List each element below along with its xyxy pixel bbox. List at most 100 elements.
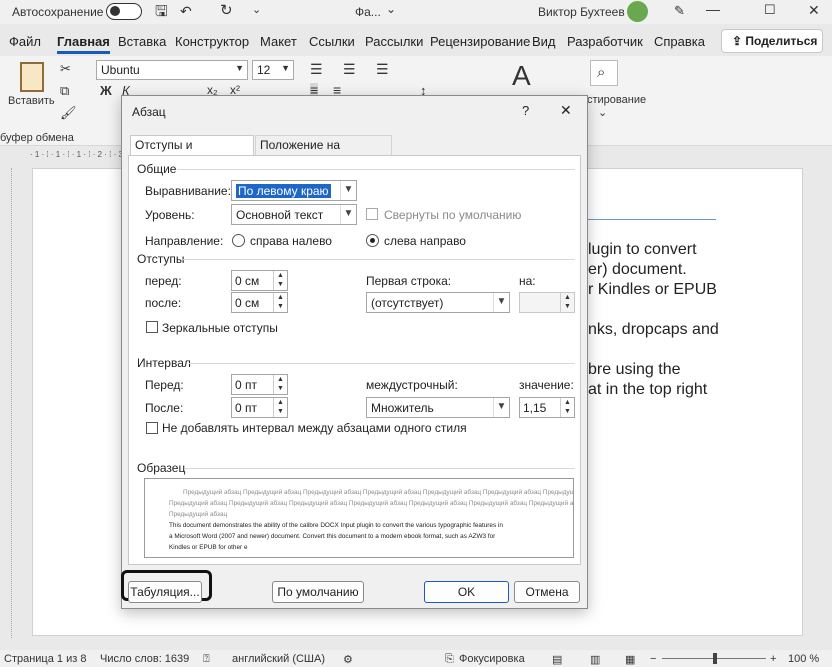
font-name-combo[interactable]: Ubuntu ▼: [96, 60, 248, 80]
indent-by-input[interactable]: ▲ ▼: [519, 292, 575, 313]
quick-access-dropdown-icon[interactable]: ⌄: [252, 5, 261, 16]
level-value: Основной текст: [236, 208, 324, 222]
multilevel-icon[interactable]: ☰: [376, 62, 389, 76]
maximize-icon[interactable]: ☐: [764, 3, 776, 16]
focus-icon[interactable]: ⎘: [445, 653, 454, 666]
doc-line: er) document.: [588, 261, 687, 278]
spacing-before-input[interactable]: 0 пт ▲ ▼: [231, 374, 288, 395]
help-button[interactable]: ?: [522, 103, 529, 118]
rtl-radio[interactable]: [232, 234, 245, 247]
set-default-button[interactable]: По умолчанию: [272, 581, 364, 603]
accessibility-icon[interactable]: ⚙: [343, 653, 353, 666]
spinner-arrows-icon[interactable]: ▲ ▼: [273, 375, 287, 394]
editing-label[interactable]: стирование: [587, 94, 646, 106]
share-icon: ⇪: [732, 34, 746, 48]
search-icon[interactable]: ⌕: [590, 60, 618, 86]
copy-icon[interactable]: ⧉: [60, 84, 69, 97]
ribbon-tabs: Файл Главная Вставка Конструктор Макет С…: [0, 30, 832, 54]
spacing-before-value: 0 пт: [235, 378, 258, 392]
tab-mailings[interactable]: Рассылки: [365, 34, 423, 49]
tab-insert[interactable]: Вставка: [118, 34, 166, 49]
save-icon[interactable]: 🖫: [155, 4, 168, 19]
tab-developer[interactable]: Разработчик: [567, 34, 643, 49]
pen-icon[interactable]: ✎: [674, 4, 685, 17]
tab-references[interactable]: Ссылки: [309, 34, 355, 49]
indent-before-value: 0 см: [235, 274, 260, 288]
first-line-value: (отсутствует): [371, 296, 444, 310]
format-painter-icon[interactable]: 🖌: [60, 106, 77, 119]
cancel-button[interactable]: Отмена: [514, 581, 580, 603]
level-label: Уровень:: [145, 208, 195, 222]
tab-layout[interactable]: Макет: [260, 34, 297, 49]
spinner-arrows-icon[interactable]: ▲ ▼: [560, 293, 574, 312]
tab-line-page-breaks[interactable]: Положение на странице: [255, 135, 392, 166]
tab-indents-spacing[interactable]: Отступы и интервалы: [130, 135, 254, 166]
indent-before-input[interactable]: 0 см ▲ ▼: [231, 270, 288, 291]
ok-button[interactable]: OK: [424, 581, 509, 603]
styles-icon[interactable]: A: [512, 62, 531, 90]
zoom-slider-thumb[interactable]: [713, 653, 717, 664]
spacing-after-input[interactable]: 0 пт ▲ ▼: [231, 397, 288, 418]
clipboard-group-label: буфер обмена: [0, 132, 74, 144]
print-layout-icon[interactable]: ▥: [590, 653, 600, 666]
tab-view[interactable]: Вид: [532, 34, 556, 49]
font-size-combo[interactable]: 12 ▼: [252, 60, 294, 80]
chevron-down-icon[interactable]: ⌄: [598, 106, 607, 119]
read-mode-icon[interactable]: ▤: [552, 653, 562, 666]
undo-icon[interactable]: ↶: [180, 4, 192, 18]
vertical-ruler[interactable]: [0, 168, 12, 638]
indent-after-input[interactable]: 0 см ▲ ▼: [231, 292, 288, 313]
avatar[interactable]: [627, 1, 648, 22]
proofing-icon[interactable]: ⍰: [203, 653, 210, 666]
page-count[interactable]: Страница 1 из 8: [4, 653, 86, 665]
tab-design[interactable]: Конструктор: [175, 34, 249, 49]
tab-file[interactable]: Файл: [9, 34, 41, 49]
spinner-arrows-icon[interactable]: ▲ ▼: [560, 398, 574, 417]
spinner-arrows-icon[interactable]: ▲ ▼: [273, 271, 287, 290]
bold-button[interactable]: Ж: [100, 84, 112, 97]
zoom-in-icon[interactable]: +: [770, 653, 776, 665]
doc-line: nks, dropcaps and: [588, 321, 719, 338]
document-title-dropdown-icon[interactable]: ⌄: [386, 2, 396, 16]
share-button[interactable]: ⇪ Поделиться: [721, 29, 823, 53]
zoom-out-icon[interactable]: −: [650, 653, 656, 665]
doc-line: bre using the: [588, 361, 681, 378]
chevron-down-icon: ▼: [235, 63, 244, 73]
tab-help[interactable]: Справка: [654, 34, 705, 49]
level-select[interactable]: Основной текст ▼: [231, 204, 357, 225]
collapsed-checkbox[interactable]: [366, 208, 378, 220]
indent-after-value: 0 см: [235, 296, 260, 310]
indent-by-label: на:: [519, 274, 536, 288]
no-space-checkbox[interactable]: [146, 422, 158, 434]
ltr-radio[interactable]: [366, 234, 379, 247]
cut-icon[interactable]: ✂: [60, 62, 71, 75]
spacing-value-input[interactable]: 1,15 ▲ ▼: [519, 397, 575, 418]
spinner-arrows-icon[interactable]: ▲ ▼: [273, 293, 287, 312]
close-window-icon[interactable]: ✕: [808, 3, 820, 17]
web-layout-icon[interactable]: ▦: [625, 653, 635, 666]
zoom-level[interactable]: 100 %: [788, 653, 819, 665]
tabs-button[interactable]: Табуляция...: [128, 581, 202, 603]
focus-mode[interactable]: Фокусировка: [459, 653, 525, 665]
tab-home[interactable]: Главная: [57, 34, 110, 54]
redo-icon[interactable]: ↻: [220, 3, 233, 18]
chevron-down-icon: ▼: [340, 205, 356, 224]
close-dialog-icon[interactable]: ✕: [560, 102, 572, 119]
spinner-arrows-icon[interactable]: ▲ ▼: [273, 398, 287, 417]
doc-line: r Kindles or EPUB: [588, 281, 717, 298]
word-count[interactable]: Число слов: 1639: [100, 653, 189, 665]
minimize-icon[interactable]: —: [706, 2, 720, 16]
direction-label: Направление:: [145, 234, 224, 248]
mirror-indents-checkbox[interactable]: [146, 321, 158, 333]
spacing-after-value: 0 пт: [235, 401, 258, 415]
bullets-icon[interactable]: ☰: [310, 62, 323, 76]
autosave-toggle[interactable]: [106, 3, 142, 20]
paste-icon[interactable]: [20, 62, 44, 92]
language[interactable]: английский (США): [232, 653, 325, 665]
numbering-icon[interactable]: ☰: [343, 62, 356, 76]
alignment-select[interactable]: По левому краю ▼: [231, 180, 357, 201]
paste-label[interactable]: Вставить: [8, 95, 55, 107]
first-line-select[interactable]: (отсутствует) ▼: [366, 292, 510, 313]
line-spacing-select[interactable]: Множитель ▼: [366, 397, 510, 418]
tab-review[interactable]: Рецензирование: [430, 34, 530, 49]
